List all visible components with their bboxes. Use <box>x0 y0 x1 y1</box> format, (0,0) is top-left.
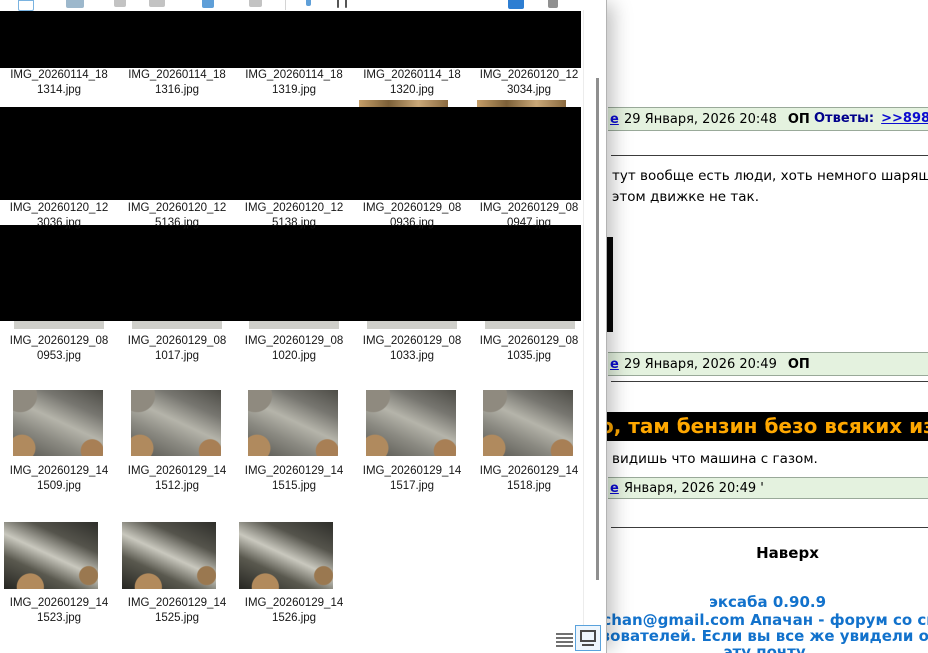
post-body-1: тут вообще есть люди, хоть немного шарящ… <box>612 166 928 208</box>
file-thumbnail[interactable] <box>483 390 573 456</box>
divider <box>611 527 928 528</box>
replies-block: Ответы: >>89823 <box>814 111 928 126</box>
thumbnail-bottom-sliver <box>132 321 222 329</box>
poster-link-sliver[interactable]: e <box>610 357 619 372</box>
post-body-2: видишь что машина с газом. <box>612 449 818 470</box>
post-date: Января, 2026 20:49 ' <box>624 481 764 496</box>
explorer-scrollbar-thumb[interactable] <box>596 78 599 580</box>
file-thumbnail[interactable] <box>122 522 216 589</box>
divider <box>611 381 928 382</box>
delete-icon[interactable] <box>249 0 262 7</box>
file-name[interactable]: IMG_20260114_18 1314.jpg <box>0 68 118 98</box>
back-to-top-link[interactable]: Наверх <box>627 544 928 562</box>
file-name[interactable]: IMG_20260129_08 0947.jpg <box>470 201 588 231</box>
file-name[interactable]: IMG_20260120_12 3034.jpg <box>470 68 588 98</box>
paste-icon[interactable] <box>114 0 126 7</box>
content-edge <box>583 10 584 625</box>
file-name[interactable]: IMG_20260129_14 1526.jpg <box>235 596 353 626</box>
toolbar-divider <box>285 0 286 10</box>
thumbnail-bottom-sliver <box>485 321 575 329</box>
file-name[interactable]: IMG_20260129_08 1035.jpg <box>470 334 588 364</box>
thumbnail-row-black[interactable] <box>0 225 581 321</box>
file-name[interactable]: IMG_20260120_12 3036.jpg <box>0 201 118 231</box>
file-name[interactable]: IMG_20260120_12 5136.jpg <box>118 201 236 231</box>
poster-link-sliver[interactable]: e <box>610 481 619 496</box>
file-name[interactable]: IMG_20260129_14 1525.jpg <box>118 596 236 626</box>
file-thumbnail[interactable] <box>366 390 456 456</box>
post-body-line: этом движке не так. <box>612 187 928 208</box>
file-name[interactable]: IMG_20260129_08 1017.jpg <box>118 334 236 364</box>
post-body-line: тут вообще есть люди, хоть немного шарящ… <box>612 166 928 187</box>
file-name[interactable]: IMG_20260129_14 1517.jpg <box>353 464 471 494</box>
thumbnail-top-sliver <box>359 100 448 107</box>
divider <box>611 155 928 156</box>
filter-icon[interactable] <box>337 0 339 8</box>
post-header-2: e 29 Января, 2026 20:49 ОП <box>608 352 928 376</box>
file-name[interactable]: IMG_20260114_18 1319.jpg <box>235 68 353 98</box>
post-date: 29 Января, 2026 20:48 <box>624 112 777 127</box>
details-icon[interactable] <box>548 0 558 8</box>
file-name[interactable]: IMG_20260129_14 1512.jpg <box>118 464 236 494</box>
file-name[interactable]: IMG_20260129_08 1033.jpg <box>353 334 471 364</box>
thumbnail-view-icon <box>580 630 596 642</box>
file-name[interactable]: IMG_20260129_08 0936.jpg <box>353 201 471 231</box>
sort-icon[interactable] <box>306 0 311 6</box>
replies-label: Ответы: <box>814 111 874 126</box>
filter-icon[interactable] <box>345 0 347 8</box>
view-icon[interactable] <box>508 0 524 9</box>
file-thumbnail[interactable] <box>239 522 333 589</box>
thumbnail-bottom-sliver <box>367 321 457 329</box>
file-thumbnail[interactable] <box>4 522 98 589</box>
file-name[interactable]: IMG_20260129_08 0953.jpg <box>0 334 118 364</box>
poster-link-sliver[interactable]: e <box>610 112 619 127</box>
file-name[interactable]: IMG_20260129_08 1020.jpg <box>235 334 353 364</box>
thumbnail-view-button[interactable] <box>575 625 601 651</box>
new-item-icon[interactable] <box>18 0 34 11</box>
file-name[interactable]: IMG_20260129_14 1523.jpg <box>0 596 118 626</box>
thumbnail-row-black[interactable] <box>0 107 581 200</box>
thumbnail-view-icon <box>582 644 594 646</box>
thumbnail-bottom-sliver <box>14 321 104 329</box>
thumbnail-top-sliver <box>477 100 566 107</box>
file-thumbnail[interactable] <box>131 390 221 456</box>
explorer-window: IMG_20260114_18 1314.jpgIMG_20260114_18 … <box>0 0 607 653</box>
file-name[interactable]: IMG_20260114_18 1316.jpg <box>118 68 236 98</box>
file-thumbnail[interactable] <box>13 390 103 456</box>
post-header-1: e 29 Января, 2026 20:48 ОП Ответы: >>8982… <box>608 107 928 131</box>
reply-link[interactable]: >>89823 <box>881 111 928 126</box>
file-name[interactable]: IMG_20260129_14 1509.jpg <box>0 464 118 494</box>
file-name[interactable]: IMG_20260120_12 5138.jpg <box>235 201 353 231</box>
list-view-button[interactable] <box>556 633 573 647</box>
op-badge: ОП <box>788 112 810 127</box>
thumbnail-row-black[interactable] <box>0 11 581 68</box>
footer-engine-version: эксаба 0.90.9 <box>607 593 928 611</box>
post-date: 29 Января, 2026 20:49 <box>624 357 777 372</box>
screen: e 29 Января, 2026 20:48 ОП Ответы: >>8982… <box>0 0 928 653</box>
file-thumbnail[interactable] <box>248 390 338 456</box>
highlighted-quote: о, там бензин безо всяких излишес <box>607 412 928 441</box>
forum-page: e 29 Января, 2026 20:48 ОП Ответы: >>8982… <box>607 0 928 653</box>
thumbnail-bottom-sliver <box>249 321 339 329</box>
footer-text-line: эту почту. <box>607 643 928 653</box>
op-badge: ОП <box>788 357 810 372</box>
post-header-3: e Января, 2026 20:49 ' <box>608 477 928 499</box>
file-name[interactable]: IMG_20260129_14 1518.jpg <box>470 464 588 494</box>
rename-icon[interactable] <box>149 0 165 7</box>
share-icon[interactable] <box>202 0 214 8</box>
copy-icon[interactable] <box>66 0 84 8</box>
file-name[interactable]: IMG_20260114_18 1320.jpg <box>353 68 471 98</box>
file-name[interactable]: IMG_20260129_14 1515.jpg <box>235 464 353 494</box>
